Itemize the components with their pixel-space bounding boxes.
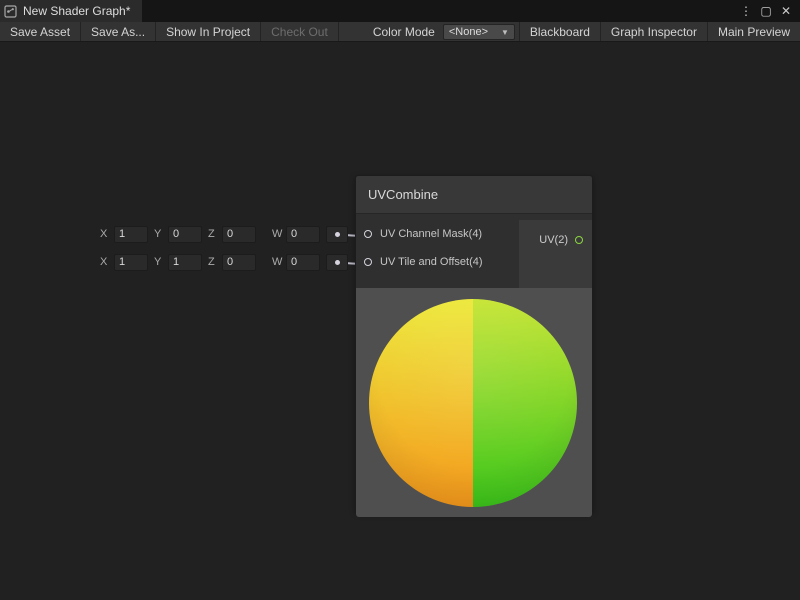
menu-kebab-icon[interactable]: ⋮ xyxy=(738,4,754,18)
preview-right-gradient xyxy=(473,299,577,507)
node-preview xyxy=(356,288,592,517)
vector-z-field[interactable] xyxy=(222,254,256,271)
input-port-icon[interactable] xyxy=(364,230,372,238)
color-mode-dropdown[interactable]: <None> ▼ xyxy=(443,24,515,40)
vector-w-field[interactable] xyxy=(286,254,320,271)
window-controls: ⋮ ▢ ✕ xyxy=(738,0,800,22)
check-out-button[interactable]: Check Out xyxy=(261,22,339,41)
node-header[interactable]: UVCombine xyxy=(356,176,592,214)
vector-x-field[interactable] xyxy=(114,254,148,271)
toolbar-right-group: Blackboard Graph Inspector Main Preview xyxy=(519,22,800,41)
connector-dot-icon xyxy=(335,260,340,265)
graph-inspector-button[interactable]: Graph Inspector xyxy=(600,22,707,41)
field-label-x: X xyxy=(100,228,108,240)
main-preview-button[interactable]: Main Preview xyxy=(707,22,800,41)
output-port-row: UV(2) xyxy=(519,226,592,254)
field-label-x: X xyxy=(100,256,108,268)
shader-graph-icon xyxy=(4,5,17,18)
blackboard-button[interactable]: Blackboard xyxy=(519,22,600,41)
field-label-y: Y xyxy=(154,228,162,240)
field-label-z: Z xyxy=(208,256,216,268)
node-ports: UV Channel Mask(4) UV Tile and Offset(4)… xyxy=(356,220,592,288)
tab-title: New Shader Graph* xyxy=(23,4,130,18)
field-label-y: Y xyxy=(154,256,162,268)
preview-left-gradient xyxy=(369,299,473,507)
color-mode-value: <None> xyxy=(449,26,488,38)
vector4-input-row-2: X Y Z W xyxy=(100,253,348,271)
vector-y-field[interactable] xyxy=(168,254,202,271)
tab-new-shader-graph[interactable]: New Shader Graph* xyxy=(0,0,142,22)
field-label-w: W xyxy=(272,256,280,268)
color-mode-label: Color Mode xyxy=(365,22,443,41)
vector-output-connector[interactable] xyxy=(326,226,348,243)
maximize-icon[interactable]: ▢ xyxy=(758,4,774,18)
uvcombine-node[interactable]: UVCombine UV Channel Mask(4) UV Tile and… xyxy=(355,175,593,512)
connector-dot-icon xyxy=(335,232,340,237)
chevron-down-icon: ▼ xyxy=(501,28,509,37)
close-icon[interactable]: ✕ xyxy=(778,4,794,18)
node-title: UVCombine xyxy=(368,187,438,202)
tab-bar: New Shader Graph* ⋮ ▢ ✕ xyxy=(0,0,800,22)
output-column: UV(2) xyxy=(519,220,592,288)
show-in-project-button[interactable]: Show In Project xyxy=(156,22,261,41)
vector4-input-row-1: X Y Z W xyxy=(100,225,348,243)
graph-toolbar: Save Asset Save As... Show In Project Ch… xyxy=(0,22,800,42)
save-as-button[interactable]: Save As... xyxy=(81,22,156,41)
field-label-w: W xyxy=(272,228,280,240)
vector-x-field[interactable] xyxy=(114,226,148,243)
vector-w-field[interactable] xyxy=(286,226,320,243)
input-port-icon[interactable] xyxy=(364,258,372,266)
output-port-label: UV(2) xyxy=(539,234,568,246)
vector-z-field[interactable] xyxy=(222,226,256,243)
input-port-label: UV Tile and Offset(4) xyxy=(380,256,483,268)
field-label-z: Z xyxy=(208,228,216,240)
output-port-icon[interactable] xyxy=(575,236,583,244)
vector-y-field[interactable] xyxy=(168,226,202,243)
vector-output-connector[interactable] xyxy=(326,254,348,271)
save-asset-button[interactable]: Save Asset xyxy=(0,22,81,41)
input-port-label: UV Channel Mask(4) xyxy=(380,228,482,240)
graph-canvas[interactable]: X Y Z W X Y Z W UVCombine xyxy=(0,42,800,600)
node-preview-sphere xyxy=(369,299,577,507)
shader-graph-window: New Shader Graph* ⋮ ▢ ✕ Save Asset Save … xyxy=(0,0,800,600)
